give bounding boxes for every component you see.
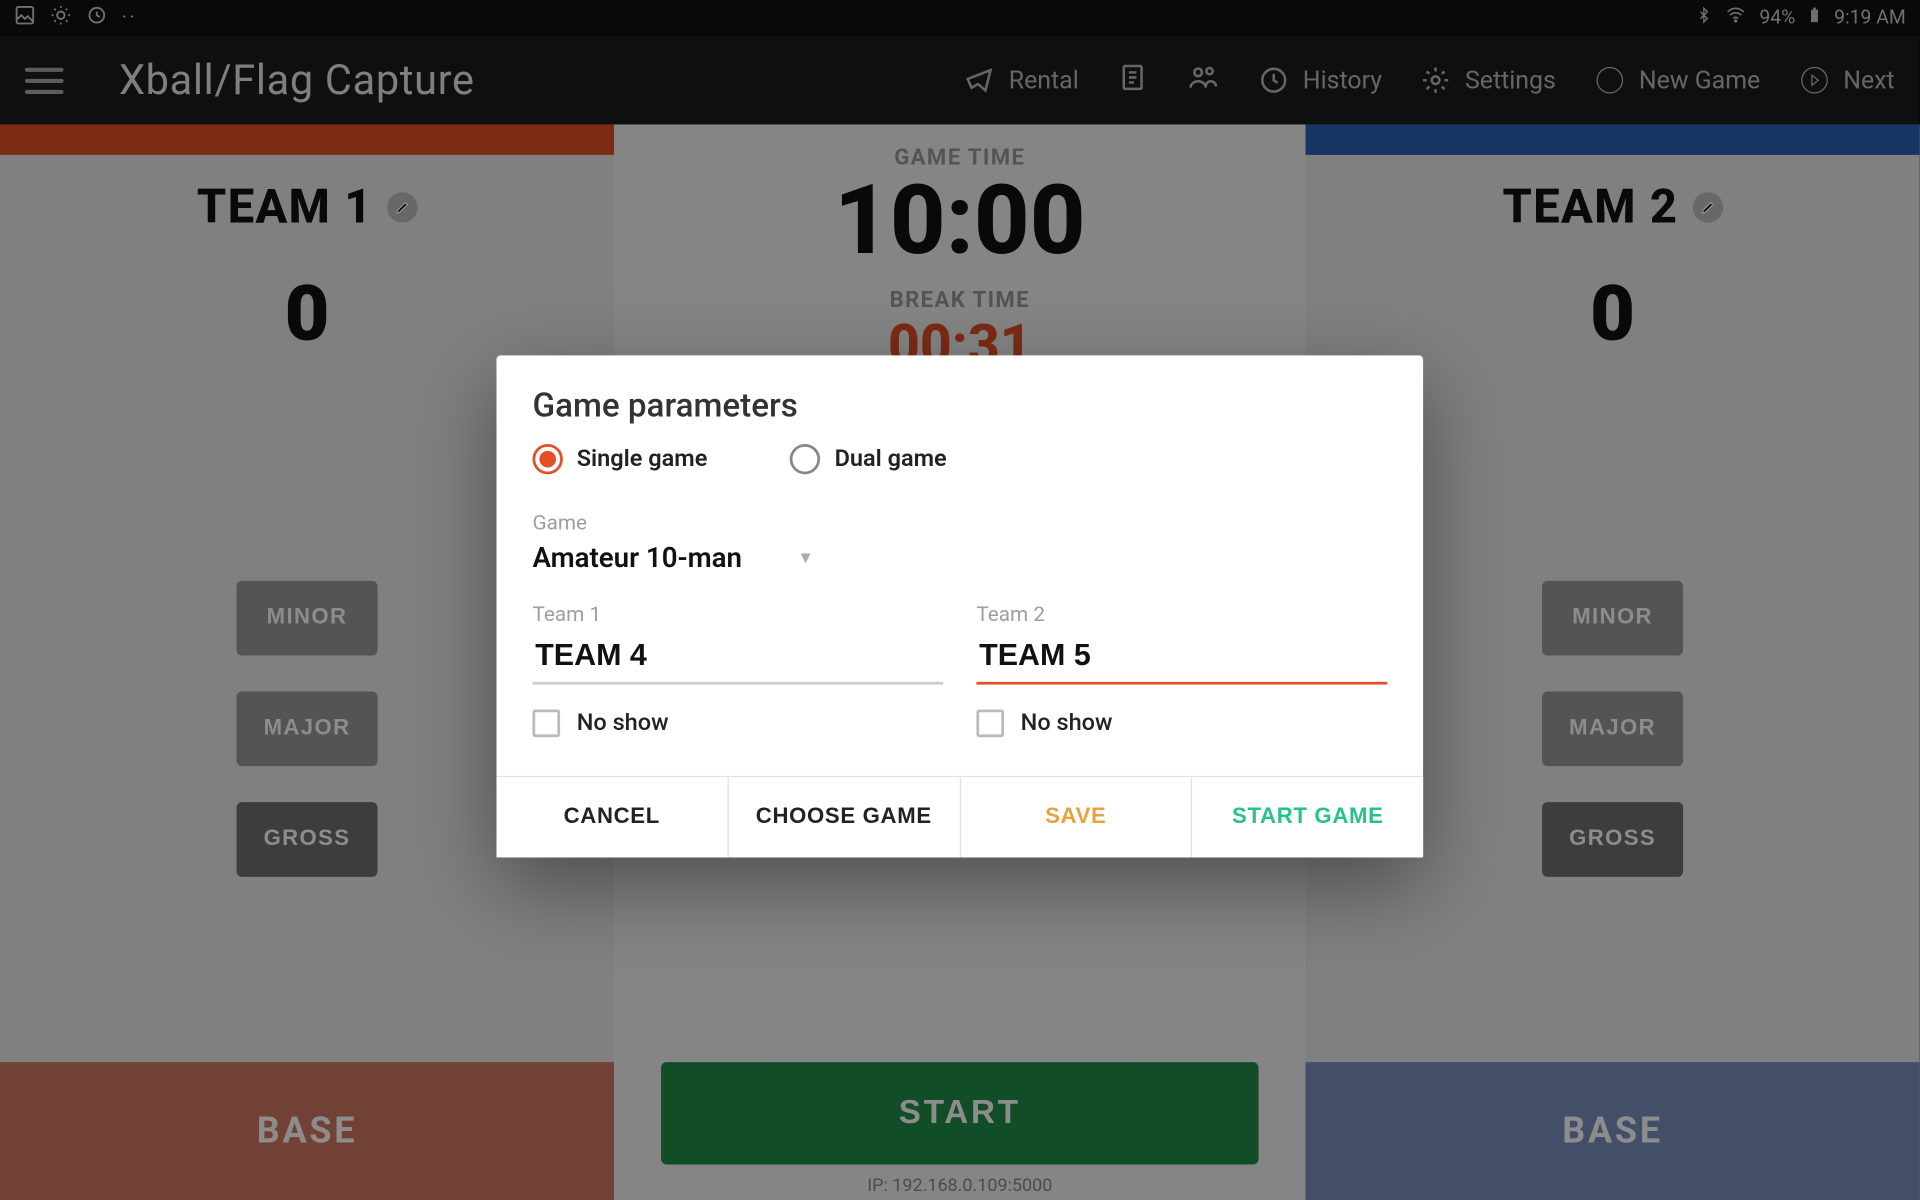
checkbox-icon	[976, 709, 1004, 737]
single-game-radio[interactable]: Single game	[532, 444, 707, 474]
modal-title: Game parameters	[496, 355, 1423, 444]
game-parameters-modal: Game parameters Single game Dual game Ga…	[496, 355, 1423, 857]
single-game-label: Single game	[577, 445, 708, 473]
team1-input-label: Team 1	[532, 602, 943, 627]
team2-input[interactable]	[976, 632, 1387, 685]
team1-input[interactable]	[532, 632, 943, 685]
dual-game-label: Dual game	[835, 445, 947, 473]
team2-input-label: Team 2	[976, 602, 1387, 627]
radio-selected-icon	[532, 444, 562, 474]
save-button[interactable]: SAVE	[959, 777, 1191, 857]
team1-noshow-checkbox[interactable]: No show	[532, 709, 943, 737]
checkbox-icon	[532, 709, 560, 737]
team2-noshow-label: No show	[1021, 709, 1113, 737]
chevron-down-icon: ▼	[797, 548, 813, 567]
radio-unselected-icon	[790, 444, 820, 474]
game-select-value: Amateur 10-man	[532, 541, 742, 574]
game-select[interactable]: Amateur 10-man ▼	[496, 541, 1423, 574]
start-game-button[interactable]: START GAME	[1191, 777, 1423, 857]
team2-noshow-checkbox[interactable]: No show	[976, 709, 1387, 737]
team1-noshow-label: No show	[577, 709, 669, 737]
game-select-label: Game	[496, 485, 1423, 540]
choose-game-button[interactable]: CHOOSE GAME	[727, 777, 959, 857]
dual-game-radio[interactable]: Dual game	[790, 444, 946, 474]
cancel-button[interactable]: CANCEL	[496, 777, 727, 857]
